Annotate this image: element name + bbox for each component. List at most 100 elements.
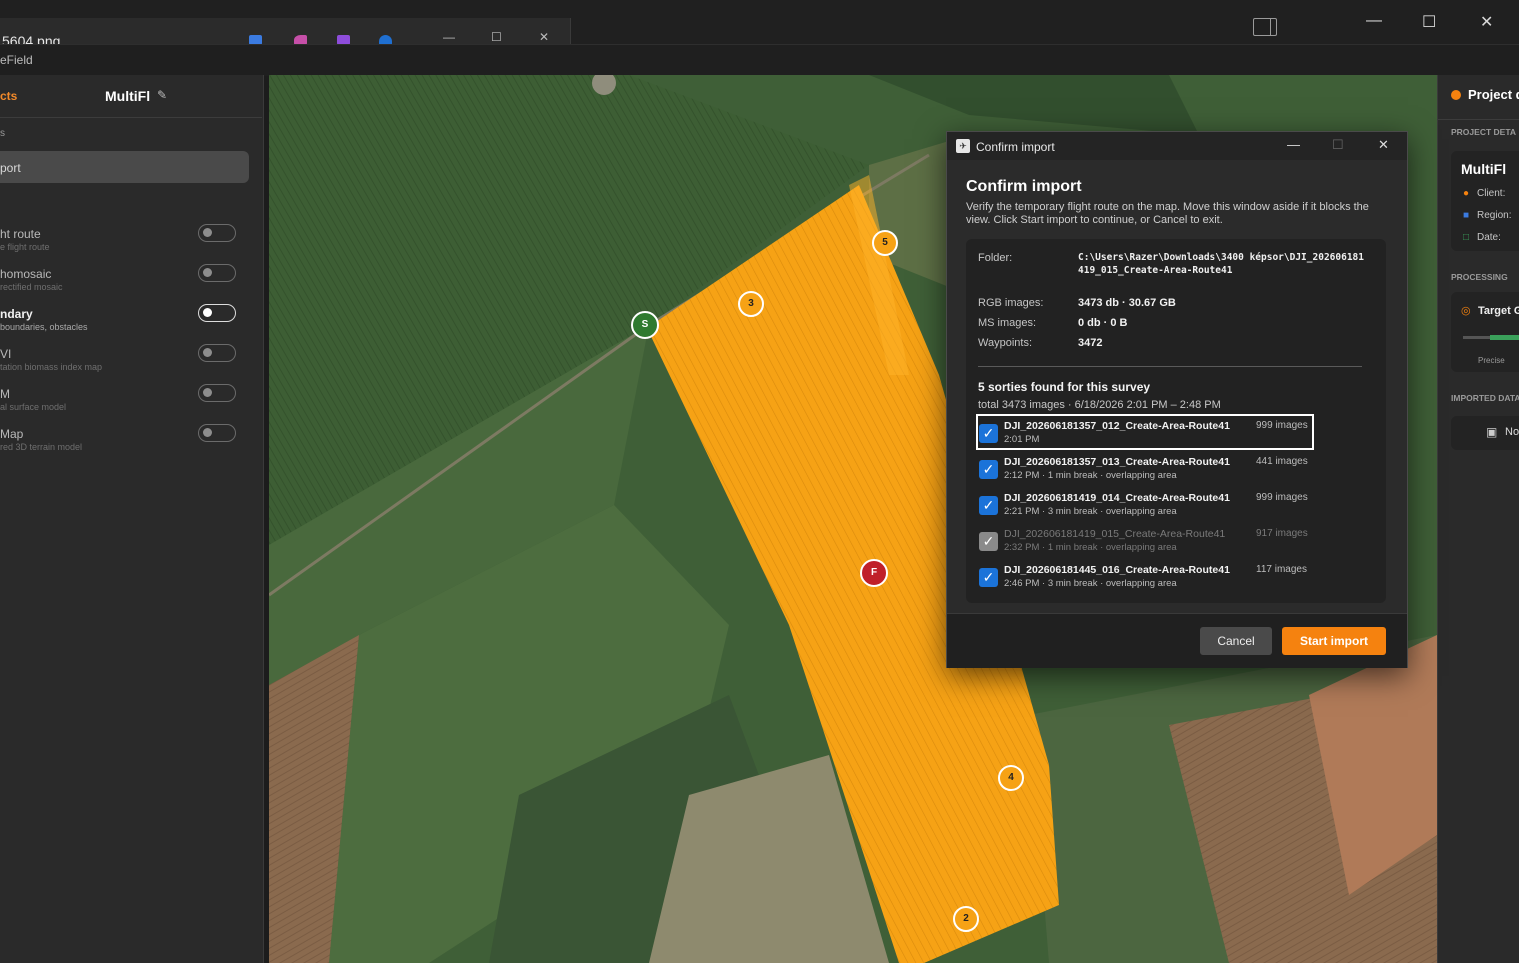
sortie-checkbox: ✓ (979, 532, 998, 551)
layer-toggle[interactable] (198, 304, 236, 322)
sorties-title: 5 sorties found for this survey (978, 380, 1151, 394)
map-marker-finish[interactable]: F (860, 559, 888, 587)
divider (1438, 119, 1519, 120)
waypoints-value: 3472 (1078, 337, 1103, 349)
app-logo-icon: ✈ (956, 139, 970, 153)
sortie-name: DJI_202606181445_016_Create-Area-Route41 (1004, 564, 1230, 576)
sorties-subtitle: total 3473 images · 6/18/2026 2:01 PM – … (978, 399, 1221, 411)
sortie-name: DJI_202606181419_015_Create-Area-Route41 (1004, 528, 1226, 540)
layer-title: homosaic (0, 267, 52, 281)
client-label: Client: (1477, 188, 1506, 199)
layer-flight-route[interactable]: ht route e flight route (0, 224, 262, 267)
layer-toggle[interactable] (198, 344, 236, 362)
target-icon: ◎ (1461, 305, 1471, 317)
map-icon: ■ (1463, 210, 1470, 221)
dialog-description: Verify the temporary flight route on the… (966, 201, 1369, 226)
left-panel (0, 75, 264, 963)
image-icon: ▣ (1486, 425, 1498, 439)
map-marker-start[interactable]: S (631, 311, 659, 339)
right-panel: Project d PROJECT DETA MultiFl ● Client:… (1437, 75, 1519, 963)
region-label: Region: (1477, 210, 1512, 221)
layer-3d-map[interactable]: Map red 3D terrain model (0, 424, 262, 467)
dialog-minimize-icon[interactable]: — (1287, 137, 1300, 152)
rgb-images-value: 3473 db · 30.67 GB (1078, 297, 1176, 309)
map-marker-sortie[interactable]: 3 (738, 291, 764, 317)
sortie-checkbox[interactable]: ✓ (979, 424, 998, 443)
folder-label: Folder: (978, 252, 1013, 264)
cancel-button[interactable]: Cancel (1200, 627, 1272, 655)
layer-title: M (0, 387, 10, 401)
date-label: Date: (1477, 232, 1501, 243)
bg-minimize-icon[interactable]: — (443, 30, 455, 44)
layer-subtitle: rectified mosaic (0, 282, 63, 292)
sortie-checkbox[interactable]: ✓ (979, 460, 998, 479)
sortie-meta: 2:32 PM · 1 min break · overlapping area (1004, 542, 1177, 553)
ms-images-value: 0 db · 0 B (1078, 317, 1128, 329)
confirm-import-dialog: ✈ Confirm import — ☐ ✕ Confirm import Ve… (946, 131, 1408, 668)
layer-subtitle: al surface model (0, 402, 67, 412)
imported-data-label: No (1505, 426, 1519, 438)
sortie-meta: 2:12 PM · 1 min break · overlapping area (1004, 470, 1177, 481)
sortie-row: ✓ DJI_202606181419_015_Create-Area-Route… (978, 524, 1312, 556)
map-marker-sortie[interactable]: 5 (872, 230, 898, 256)
sortie-row[interactable]: ✓ DJI_202606181357_012_Create-Area-Route… (976, 414, 1314, 450)
sortie-name: DJI_202606181357_012_Create-Area-Route41 (1004, 420, 1230, 432)
app-titlebar (0, 44, 1519, 76)
layer-dsm[interactable]: M al surface model (0, 384, 262, 427)
sortie-count: 999 images (1256, 492, 1308, 503)
sortie-checkbox[interactable]: ✓ (979, 496, 998, 515)
layer-boundary[interactable]: ndary boundaries, obstacles (0, 304, 262, 347)
target-label: Target G (1478, 305, 1519, 317)
layer-toggle[interactable] (198, 424, 236, 442)
section-label: s (0, 128, 5, 139)
folder-value: C:\Users\Razer\Downloads\3400 képsor\DJI… (1078, 252, 1364, 276)
ms-images-label: MS images: (978, 317, 1037, 329)
user-icon: ● (1463, 188, 1470, 199)
background-window[interactable] (0, 18, 571, 45)
map-marker-sortie[interactable]: 2 (953, 906, 979, 932)
tab-projects[interactable]: cts (0, 89, 17, 103)
layer-title: VI (0, 347, 12, 361)
sortie-count: 117 images (1256, 564, 1307, 575)
sortie-meta: 2:01 PM (1004, 434, 1040, 445)
layer-toggle[interactable] (198, 384, 236, 402)
dialog-window-title: Confirm import (976, 140, 1055, 154)
pencil-icon[interactable]: ✎ (157, 88, 167, 102)
sortie-row[interactable]: ✓ DJI_202606181445_016_Create-Area-Route… (978, 560, 1312, 592)
map-marker-sortie[interactable]: 4 (998, 765, 1024, 791)
layer-subtitle: red 3D terrain model (0, 442, 83, 452)
layer-subtitle: e flight route (0, 242, 50, 252)
sortie-checkbox[interactable]: ✓ (979, 568, 998, 587)
dialog-heading: Confirm import (966, 178, 1082, 195)
bg-maximize-icon[interactable]: ☐ (491, 30, 502, 44)
precision-slider-fill (1490, 335, 1519, 340)
maximize-icon[interactable]: ☐ (1422, 12, 1436, 32)
sortie-row[interactable]: ✓ DJI_202606181419_014_Create-Area-Route… (978, 488, 1312, 520)
layer-orthomosaic[interactable]: homosaic rectified mosaic (0, 264, 262, 307)
import-button[interactable] (0, 151, 249, 183)
sortie-meta: 2:46 PM · 3 min break · overlapping area (1004, 578, 1177, 589)
dialog-close-icon[interactable]: ✕ (1378, 137, 1389, 153)
dialog-maximize-icon: ☐ (1332, 137, 1344, 152)
sortie-count: 441 images (1256, 456, 1308, 467)
import-info-panel: Folder: C:\Users\Razer\Downloads\3400 ké… (966, 239, 1386, 603)
sortie-count: 917 images (1256, 528, 1308, 539)
layer-toggle[interactable] (198, 264, 236, 282)
processing-heading: PROCESSING (1451, 272, 1508, 282)
project-card-name: MultiFl (1461, 161, 1507, 177)
layer-title: Map (0, 427, 24, 441)
start-import-button[interactable]: Start import (1282, 627, 1386, 655)
panel-toggle-icon[interactable] (1253, 18, 1277, 36)
sortie-row[interactable]: ✓ DJI_202606181357_013_Create-Area-Route… (978, 452, 1312, 484)
minimize-icon[interactable]: — (1366, 12, 1382, 30)
sortie-count: 999 images (1256, 420, 1308, 431)
layer-subtitle: boundaries, obstacles (0, 322, 88, 332)
layer-ndvi[interactable]: VI tation biomass index map (0, 344, 262, 387)
project-name: MultiFl (105, 88, 151, 104)
close-icon[interactable]: ✕ (1480, 12, 1493, 32)
sortie-name: DJI_202606181419_014_Create-Area-Route41 (1004, 492, 1230, 504)
layer-toggle[interactable] (198, 224, 236, 242)
bg-close-icon[interactable]: ✕ (539, 30, 549, 44)
layer-subtitle: tation biomass index map (0, 362, 103, 372)
layer-title: ndary (0, 307, 33, 321)
